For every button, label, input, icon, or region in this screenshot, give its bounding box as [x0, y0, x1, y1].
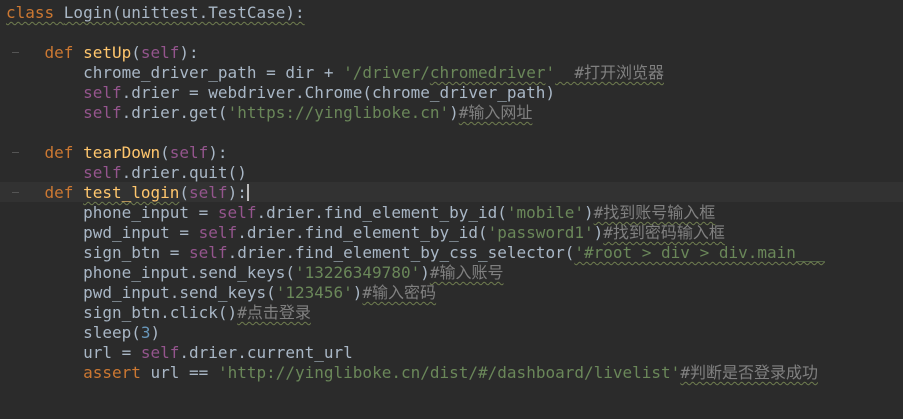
code-token: (: [179, 183, 190, 202]
code-line[interactable]: phone_input = self.drier.find_element_by…: [6, 203, 825, 223]
code-token: self: [189, 243, 228, 262]
code-area[interactable]: class Login(unittest.TestCase): def setU…: [6, 3, 825, 383]
code-token: self: [189, 183, 228, 202]
code-line[interactable]: [6, 23, 825, 43]
code-token: #打开浏览器: [555, 63, 664, 82]
code-token: chrome_driver_path = dir +: [6, 63, 344, 82]
code-token: #输入账号: [429, 263, 504, 282]
code-token: '#root > div > div.main___: [574, 243, 825, 262]
code-token: ):: [227, 183, 247, 202]
code-token: pwd_input.send_keys(: [6, 283, 276, 302]
code-token: 3: [140, 323, 151, 342]
code-token: #输入密码: [362, 283, 437, 302]
code-line[interactable]: chrome_driver_path = dir + '/driver/chro…: [6, 63, 825, 83]
code-token: '/driver/: [343, 63, 430, 82]
code-token: ': [545, 63, 556, 82]
code-token: sign_btn.click(): [6, 303, 238, 322]
code-editor[interactable]: class Login(unittest.TestCase): def setU…: [0, 0, 903, 419]
code-line[interactable]: pwd_input.send_keys('123456')#输入密码: [6, 283, 825, 303]
code-token: .drier.find_element_by_id(: [256, 203, 507, 222]
code-token: #输入网址: [458, 103, 533, 122]
code-token: phone_input =: [6, 203, 218, 222]
code-token: self: [83, 103, 122, 122]
code-token: setUp: [83, 43, 132, 62]
code-token: 'https://yingliboke.cn': [227, 103, 450, 122]
code-line[interactable]: [6, 123, 825, 143]
code-token: chromedriver: [429, 63, 546, 82]
code-token: sign_btn =: [6, 243, 190, 262]
code-token: sleep(: [6, 323, 141, 342]
code-token: 'http://yingliboke.cn/dist/#/dashboard/l…: [217, 363, 681, 382]
code-token: class: [6, 3, 64, 22]
code-token: .drier.current_url: [179, 343, 353, 362]
code-line[interactable]: def tearDown(self):: [6, 143, 825, 163]
code-line[interactable]: self.drier.get('https://yingliboke.cn')#…: [6, 103, 825, 123]
code-token: assert: [83, 363, 151, 382]
code-token: #找到密码输入框: [603, 223, 725, 242]
code-token: self: [169, 143, 209, 162]
code-line[interactable]: self.drier = webdriver.Chrome(chrome_dri…: [6, 83, 825, 103]
code-token: 'password1': [487, 223, 594, 242]
code-line[interactable]: phone_input.send_keys('13226349780')#输入账…: [6, 263, 825, 283]
code-token: pwd_input =: [6, 223, 199, 242]
code-token: self: [83, 163, 122, 182]
code-token: self: [83, 83, 122, 102]
code-line[interactable]: self.drier.quit(): [6, 163, 825, 183]
code-token: def: [44, 143, 84, 162]
code-token: self: [140, 43, 180, 62]
code-line[interactable]: class Login(unittest.TestCase):: [6, 3, 825, 23]
code-token: def: [44, 183, 84, 202]
code-token: ):: [208, 143, 228, 162]
code-token: '123456': [275, 283, 353, 302]
code-token: phone_input.send_keys(: [6, 263, 295, 282]
code-token: ): [583, 203, 594, 222]
code-token: ): [593, 223, 604, 242]
code-line[interactable]: assert url == 'http://yingliboke.cn/dist…: [6, 363, 825, 383]
code-token: .drier.quit(): [121, 163, 247, 182]
text-caret: [246, 184, 249, 201]
code-token: (: [160, 143, 170, 162]
code-token: #判断是否登录成功: [680, 363, 818, 382]
code-token: self: [217, 203, 257, 222]
code-token: 'mobile': [506, 203, 584, 222]
code-token: '13226349780': [294, 263, 421, 282]
code-line[interactable]: url = self.drier.current_url: [6, 343, 825, 363]
code-token: .drier.find_element_by_css_selector(: [227, 243, 575, 262]
code-line[interactable]: sign_btn.click()#点击登录: [6, 303, 825, 323]
code-line[interactable]: sleep(3): [6, 323, 825, 343]
code-line[interactable]: def setUp(self):: [6, 43, 825, 63]
code-token: self: [198, 223, 238, 242]
code-token: test_login: [83, 183, 180, 202]
code-token: def: [44, 43, 84, 62]
code-token: tearDown: [83, 143, 161, 162]
code-token: url ==: [150, 363, 218, 382]
code-line[interactable]: def test_login(self):: [6, 183, 825, 203]
code-token: .drier.find_element_by_id(: [237, 223, 488, 242]
code-line[interactable]: sign_btn = self.drier.find_element_by_cs…: [6, 243, 825, 263]
code-token: ): [352, 283, 363, 302]
code-token: #点击登录: [237, 303, 311, 322]
code-token: ): [420, 263, 430, 282]
code-token: #找到账号输入框: [593, 203, 716, 222]
code-token: ): [449, 103, 459, 122]
code-token: .drier.get(: [121, 103, 228, 122]
code-token: url =: [6, 343, 141, 362]
code-token: self: [140, 343, 180, 362]
code-line[interactable]: pwd_input = self.drier.find_element_by_i…: [6, 223, 825, 243]
code-token: .drier = webdriver.Chrome(chrome_driver_…: [121, 83, 556, 102]
code-token: ): [150, 323, 161, 342]
code-token: (: [131, 43, 141, 62]
code-token: ):: [179, 43, 199, 62]
code-token: Login(unittest.TestCase):: [63, 3, 305, 22]
